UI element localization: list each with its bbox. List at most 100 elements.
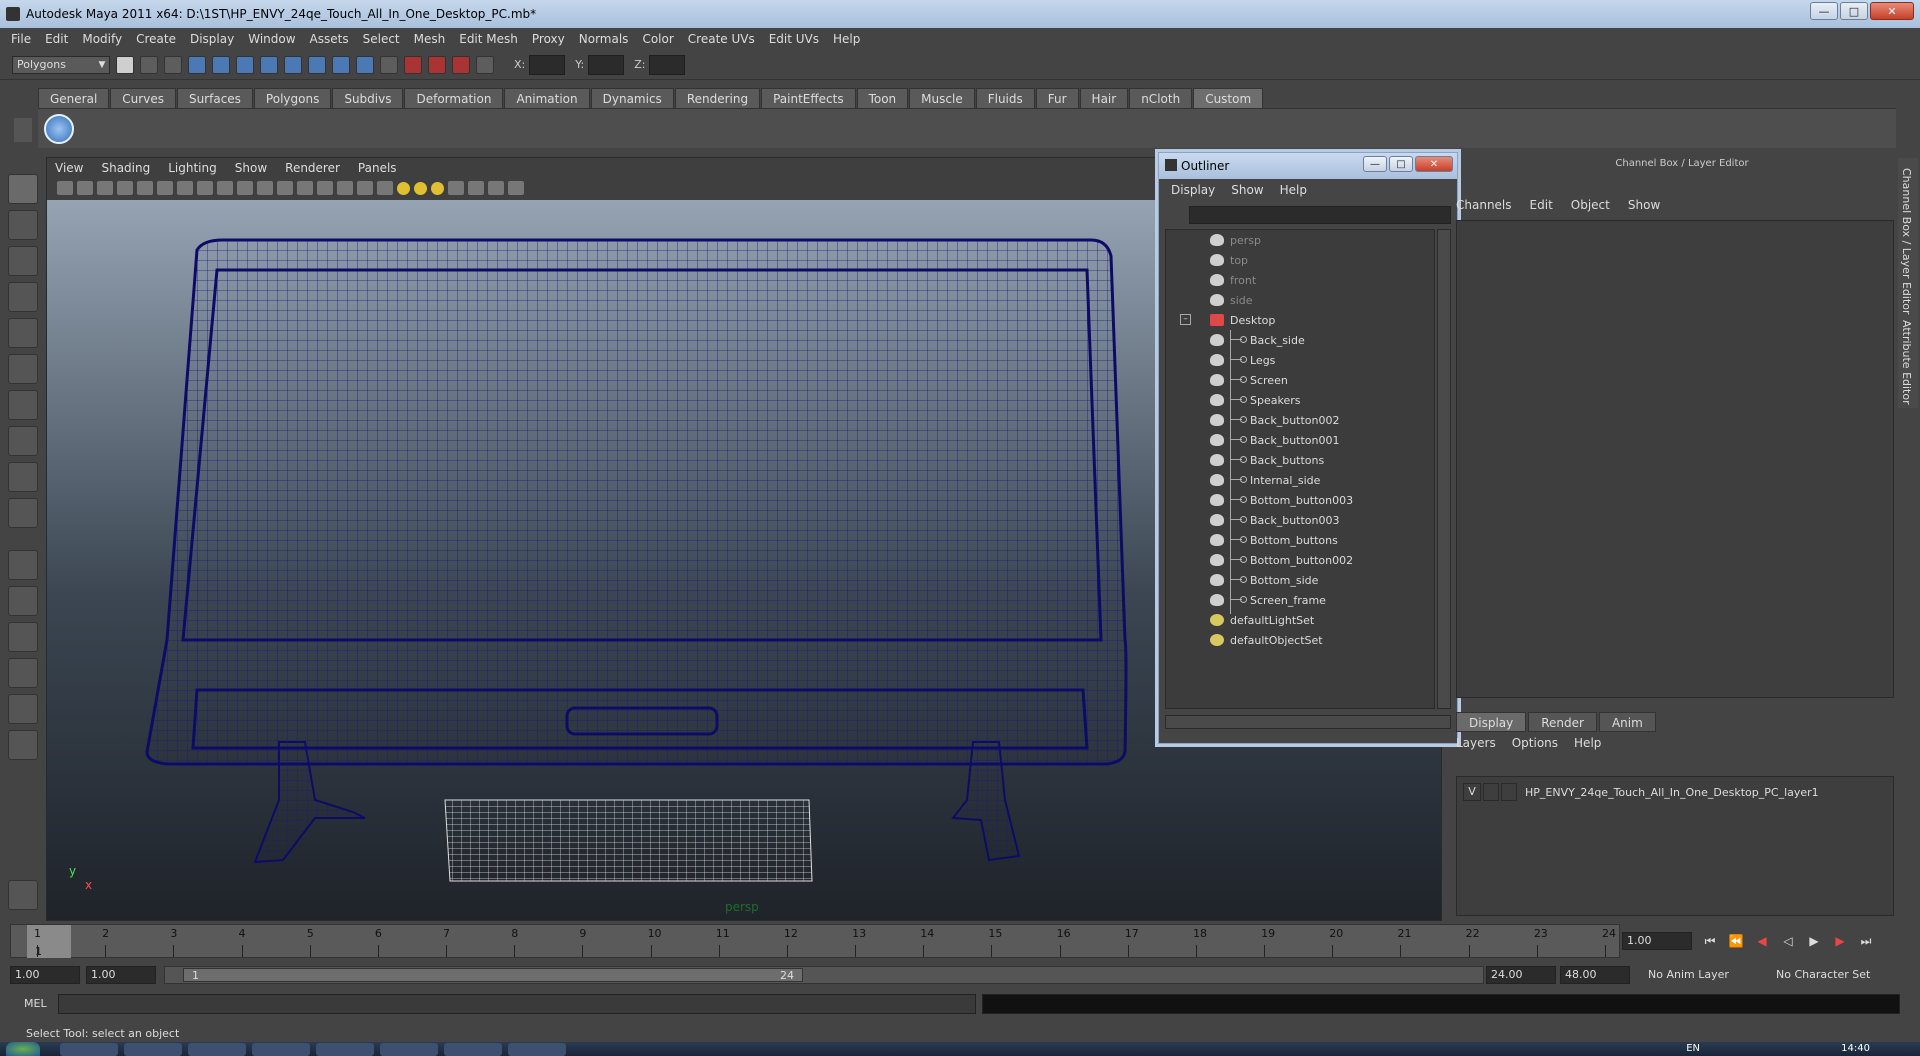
- use-all-lights-icon[interactable]: [397, 181, 410, 195]
- menu-file[interactable]: File: [4, 32, 38, 46]
- xray-joints-icon[interactable]: [488, 181, 504, 195]
- paint-select-tool-icon[interactable]: [8, 246, 38, 276]
- input-line-icon[interactable]: [476, 55, 494, 74]
- menu-select[interactable]: Select: [356, 32, 407, 46]
- menu-create[interactable]: Create: [129, 32, 183, 46]
- tab-render[interactable]: Render: [1528, 712, 1597, 732]
- wireframe-on-shaded-icon[interactable]: [357, 181, 373, 195]
- snap-grid-icon[interactable]: [260, 55, 278, 74]
- minimize-button[interactable]: —: [1810, 2, 1838, 20]
- list-item[interactable]: Bottom_button003: [1166, 490, 1434, 510]
- single-perspective-layout-icon[interactable]: [8, 550, 38, 580]
- hardware-texturing-icon[interactable]: [431, 181, 444, 195]
- mel-command-input[interactable]: [58, 994, 976, 1014]
- outliner-menu-help[interactable]: Help: [1280, 183, 1307, 197]
- image-plane-icon[interactable]: [117, 181, 133, 195]
- list-item[interactable]: Back_side: [1166, 330, 1434, 350]
- menu-assets[interactable]: Assets: [303, 32, 356, 46]
- playback-end-field[interactable]: 24.00: [1486, 966, 1556, 984]
- list-item[interactable]: Desktop: [1166, 310, 1434, 330]
- list-item[interactable]: Bottom_button002: [1166, 550, 1434, 570]
- list-item[interactable]: Back_button003: [1166, 510, 1434, 530]
- end-time-field[interactable]: 48.00: [1560, 966, 1630, 984]
- layer-color-swatch[interactable]: [1501, 783, 1517, 801]
- 2d-pan-zoom-icon[interactable]: [137, 181, 153, 195]
- snap-curve-icon[interactable]: [284, 55, 302, 74]
- select-hierarchy-icon[interactable]: [188, 55, 206, 74]
- shelf-tab-custom[interactable]: Custom: [1193, 88, 1264, 108]
- close-button[interactable]: ✕: [1870, 2, 1914, 20]
- shelf-tab-ncloth[interactable]: nCloth: [1129, 88, 1193, 108]
- taskbar-yandex-icon[interactable]: [188, 1043, 246, 1056]
- z-field[interactable]: [649, 54, 686, 75]
- select-component-icon[interactable]: [236, 55, 254, 74]
- last-tool-icon[interactable]: [8, 498, 38, 528]
- outliner-vertical-scrollbar[interactable]: [1437, 229, 1451, 709]
- shelf-menu-icon[interactable]: [14, 118, 32, 142]
- save-scene-icon[interactable]: [164, 55, 182, 74]
- tab-anim[interactable]: Anim: [1598, 712, 1656, 732]
- playback-start-field[interactable]: 1.00: [86, 966, 156, 984]
- make-live-icon[interactable]: [356, 55, 374, 74]
- list-item[interactable]: defaultLightSet: [1166, 610, 1434, 630]
- persp-graph-hypergraph-layout-icon[interactable]: [8, 730, 38, 760]
- lasso-tool-icon[interactable]: [8, 210, 38, 240]
- render-current-frame-icon[interactable]: [404, 55, 422, 74]
- step-back-frame-icon[interactable]: ◀: [1752, 932, 1772, 950]
- menu-normals[interactable]: Normals: [572, 32, 636, 46]
- list-item[interactable]: defaultObjectSet: [1166, 630, 1434, 650]
- shadows-icon[interactable]: [414, 181, 427, 195]
- range-slider-handle[interactable]: 1 24: [183, 968, 803, 982]
- select-camera-icon[interactable]: [57, 181, 73, 195]
- xray-components-icon[interactable]: [508, 181, 524, 195]
- y-field[interactable]: [588, 54, 625, 75]
- panel-menu-panels[interactable]: Panels: [358, 161, 397, 175]
- anim-layer-dropdown[interactable]: No Anim Layer: [1648, 966, 1729, 984]
- list-item[interactable]: side: [1166, 290, 1434, 310]
- shelf-tab-painteffects[interactable]: PaintEffects: [761, 88, 856, 108]
- field-chart-icon[interactable]: [257, 181, 273, 195]
- taskbar-app-icon[interactable]: [444, 1043, 502, 1056]
- outliner-menu-display[interactable]: Display: [1171, 183, 1215, 197]
- channel-box-menu-show[interactable]: Show: [1628, 198, 1660, 216]
- shelf-tab-hair[interactable]: Hair: [1079, 88, 1129, 108]
- select-tool-icon[interactable]: [8, 174, 38, 204]
- windows-start-icon[interactable]: [6, 1042, 40, 1056]
- channel-box-menu-edit[interactable]: Edit: [1530, 198, 1553, 216]
- shelf-tab-dynamics[interactable]: Dynamics: [590, 88, 674, 108]
- shelf-tab-subdivs[interactable]: Subdivs: [332, 88, 404, 108]
- outliner-filter-input[interactable]: [1189, 206, 1451, 224]
- panel-menu-show[interactable]: Show: [235, 161, 267, 175]
- list-item[interactable]: Internal_side: [1166, 470, 1434, 490]
- layer-menu-layers[interactable]: Layers: [1456, 736, 1496, 750]
- resolution-gate-icon[interactable]: [217, 181, 233, 195]
- menu-proxy[interactable]: Proxy: [525, 32, 572, 46]
- move-tool-icon[interactable]: [8, 282, 38, 312]
- menu-color[interactable]: Color: [635, 32, 680, 46]
- layer-menu-options[interactable]: Options: [1512, 736, 1558, 750]
- scale-tool-icon[interactable]: [8, 354, 38, 384]
- menu-edit-mesh[interactable]: Edit Mesh: [452, 32, 525, 46]
- menu-mesh[interactable]: Mesh: [407, 32, 453, 46]
- panel-menu-lighting[interactable]: Lighting: [168, 161, 217, 175]
- menu-edit-uvs[interactable]: Edit UVs: [762, 32, 826, 46]
- step-back-key-icon[interactable]: ⏪: [1726, 932, 1746, 950]
- outliner-menu-show[interactable]: Show: [1231, 183, 1263, 197]
- outliner-titlebar[interactable]: Outliner — □ ✕: [1159, 153, 1457, 179]
- shelf-tab-toon[interactable]: Toon: [856, 88, 909, 108]
- gate-mask-icon[interactable]: [237, 181, 253, 195]
- range-slider[interactable]: 1 24: [164, 966, 1484, 984]
- ipr-render-icon[interactable]: [428, 55, 446, 74]
- new-scene-icon[interactable]: [116, 55, 134, 74]
- render-settings-icon[interactable]: [452, 55, 470, 74]
- time-slider[interactable]: 1 1 2 3 4 5 6 7 8 9 10 11 12 13 14 15 16 17 18 19 20 21 22 23 2…: [10, 924, 1620, 958]
- grid-icon[interactable]: [177, 181, 193, 195]
- select-object-icon[interactable]: [212, 55, 230, 74]
- list-item[interactable]: Bottom_buttons: [1166, 530, 1434, 550]
- menu-help[interactable]: Help: [826, 32, 867, 46]
- persp-graph-layout-icon[interactable]: [8, 658, 38, 688]
- taskbar-chrome-icon[interactable]: [60, 1043, 118, 1056]
- shelf-tab-polygons[interactable]: Polygons: [253, 88, 332, 108]
- taskbar-photoshop-icon[interactable]: [252, 1043, 310, 1056]
- rotate-tool-icon[interactable]: [8, 318, 38, 348]
